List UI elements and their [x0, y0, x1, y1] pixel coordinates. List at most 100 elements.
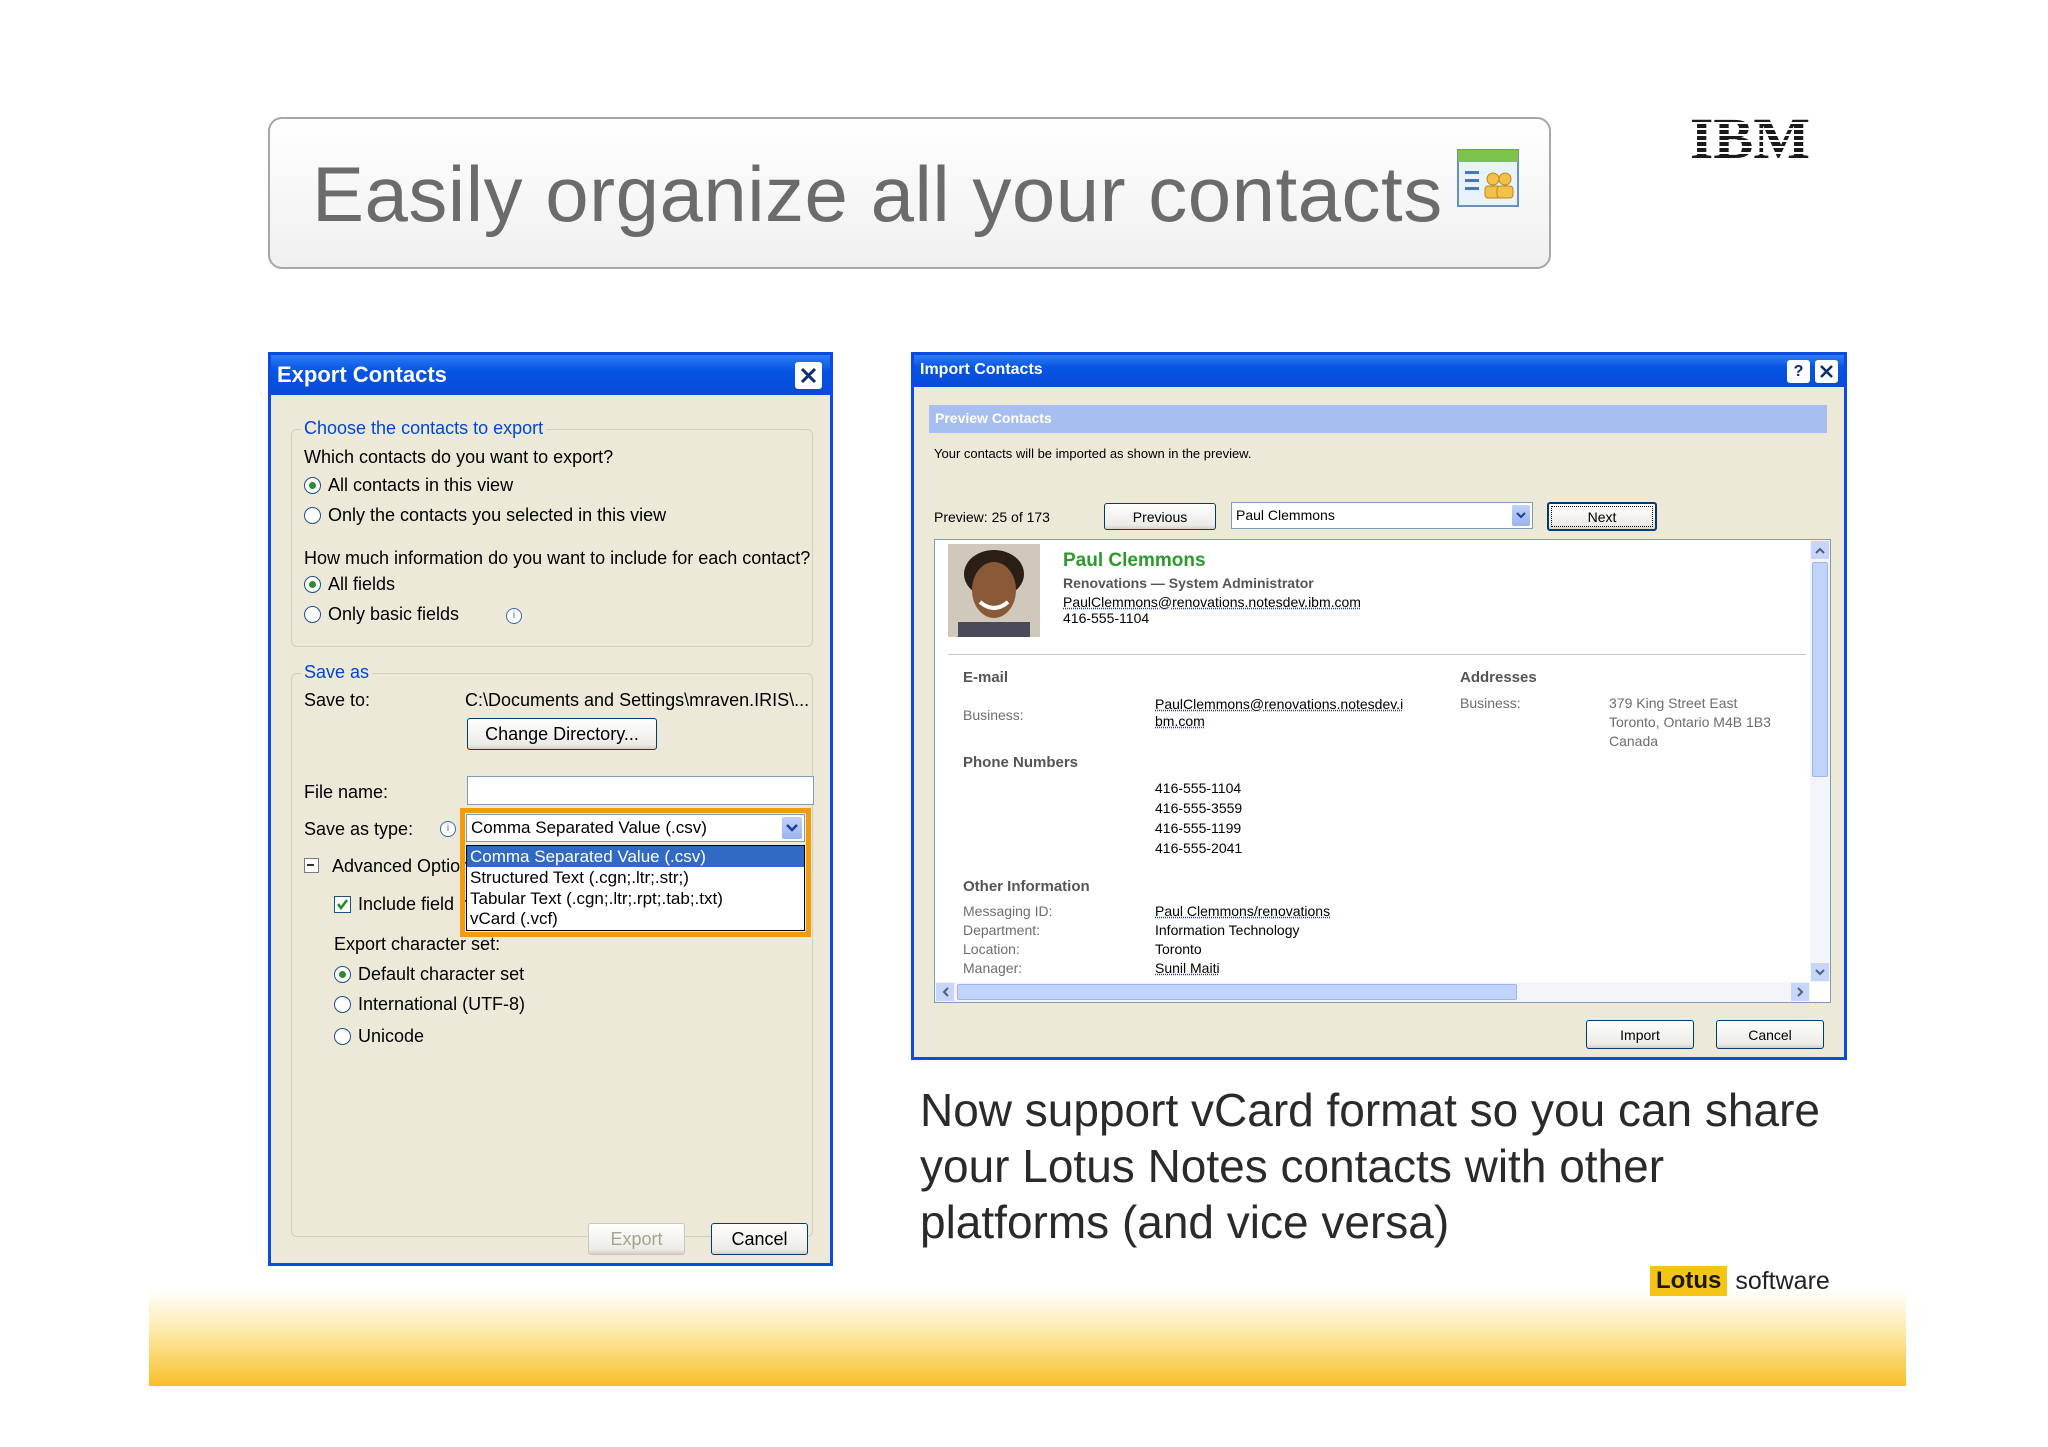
addresses-section: Addresses	[1460, 669, 1537, 686]
lotus-software-logo: Lotus software	[1650, 1266, 1830, 1296]
contact-name: Paul Clemmons	[1063, 550, 1206, 571]
slide-caption: Now support vCard format so you can shar…	[920, 1084, 1820, 1248]
business-email-link-cont[interactable]: bm.com	[1155, 713, 1205, 729]
contact-email-link[interactable]: PaulClemmons@renovations.notesdev.ibm.co…	[1063, 594, 1361, 610]
import-button[interactable]: Import	[1586, 1020, 1694, 1049]
phone-section: Phone Numbers	[963, 754, 1079, 771]
other-info-value: Toronto	[1155, 941, 1202, 957]
other-info-label: Department:	[963, 922, 1041, 938]
choose-contacts-label: Choose the contacts to export	[301, 418, 547, 439]
save-as-label: Save as	[301, 662, 373, 683]
address-line: 379 King Street East	[1609, 695, 1738, 711]
contact-select-value: Paul Clemmons	[1236, 507, 1335, 523]
include-field-checkbox[interactable]	[334, 896, 351, 913]
unicode-label: Unicode	[358, 1026, 425, 1046]
question-icon: ?	[1793, 362, 1804, 380]
next-button[interactable]: Next	[1547, 502, 1657, 531]
all-contacts-label: All contacts in this view	[328, 475, 514, 495]
horizontal-scrollbar[interactable]	[935, 982, 1810, 1002]
other-info-label: Location:	[963, 941, 1020, 957]
cancel-button[interactable]: Cancel	[1716, 1020, 1824, 1049]
export-dialog-title: Export Contacts	[277, 362, 447, 387]
preview-count: Preview: 25 of 173	[934, 509, 1050, 525]
info-icon[interactable]: i	[506, 608, 522, 624]
contacts-icon	[1457, 149, 1519, 212]
contact-preview-pane: Paul Clemmons Renovations — System Admin…	[934, 539, 1831, 1003]
file-name-input[interactable]	[467, 776, 814, 805]
all-contacts-radio[interactable]	[304, 477, 321, 494]
software-label: software	[1735, 1266, 1830, 1295]
dropdown-arrow-icon[interactable]	[1512, 505, 1530, 526]
export-button[interactable]: Export	[588, 1223, 685, 1255]
other-info-value[interactable]: Sunil Maiti	[1155, 960, 1220, 976]
scroll-up-icon[interactable]	[1811, 541, 1829, 559]
save-type-label: Save as type:	[304, 819, 414, 839]
type-option[interactable]: Structured Text (.cgn;.ltr;.str;)	[467, 867, 804, 888]
section-header: Preview Contacts	[935, 410, 1052, 426]
vertical-scrollbar[interactable]	[1810, 540, 1830, 982]
default-charset-label: Default character set	[358, 964, 525, 984]
checkmark-icon	[337, 899, 348, 911]
export-contacts-dialog: Export Contacts Choose the contacts to e…	[268, 352, 833, 1266]
advanced-options-label: Advanced Optior	[304, 856, 466, 877]
email-section: E-mail	[963, 669, 1009, 686]
scroll-left-icon[interactable]	[936, 983, 954, 1001]
change-directory-button[interactable]: Change Directory...	[467, 718, 657, 750]
other-info-value: Information Technology	[1155, 922, 1300, 938]
import-dialog-titlebar: Import Contacts	[914, 355, 1844, 387]
contact-photo	[948, 544, 1040, 637]
type-option[interactable]: Comma Separated Value (.csv)	[467, 846, 804, 867]
save-to-label: Save to:	[304, 690, 371, 710]
phone-number: 416-555-1199	[1155, 820, 1242, 836]
phone-number: 416-555-3559	[1155, 800, 1243, 816]
scroll-thumb[interactable]	[1812, 562, 1828, 777]
include-field-label: Include field n	[358, 894, 470, 914]
phone-number: 416-555-1104	[1155, 780, 1242, 796]
save-type-highlight: Comma Separated Value (.csv) Comma Separ…	[460, 808, 811, 937]
charset-label: Export character set:	[334, 934, 501, 954]
international-label: International (UTF-8)	[358, 994, 526, 1014]
svg-text:IBM: IBM	[1690, 112, 1810, 164]
other-info-value[interactable]: Paul Clemmons/renovations	[1155, 903, 1330, 919]
save-type-select[interactable]: Comma Separated Value (.csv)	[466, 814, 805, 842]
international-radio[interactable]	[334, 996, 351, 1013]
address-line: Toronto, Ontario M4B 1B3	[1609, 714, 1771, 730]
contact-phone: 416-555-1104	[1063, 610, 1150, 626]
basic-fields-radio[interactable]	[304, 606, 321, 623]
help-button[interactable]: ?	[1787, 360, 1810, 383]
scroll-down-icon[interactable]	[1811, 963, 1829, 981]
slide-title-box: Easily organize all your contacts	[268, 117, 1551, 269]
slide-title: Easily organize all your contacts	[312, 150, 1443, 238]
save-type-options: Comma Separated Value (.csv) Structured …	[466, 845, 805, 931]
type-option[interactable]: Tabular Text (.cgn;.ltr;.rpt;.tab;.txt)	[467, 888, 804, 909]
previous-button[interactable]: Previous	[1104, 503, 1216, 530]
type-option[interactable]: vCard (.vcf)	[467, 908, 804, 929]
other-info-label: Messaging ID:	[963, 903, 1053, 919]
selected-contacts-radio[interactable]	[304, 507, 321, 524]
save-type-value: Comma Separated Value (.csv)	[471, 818, 707, 837]
section-header-bar: Preview Contacts	[929, 405, 1827, 433]
info-icon[interactable]: i	[440, 821, 456, 837]
address-line: Canada	[1609, 733, 1659, 749]
other-info-label: Manager:	[963, 960, 1023, 976]
contact-select[interactable]: Paul Clemmons	[1231, 502, 1533, 529]
close-button[interactable]	[1815, 360, 1838, 383]
import-dialog-title: Import Contacts	[920, 361, 1043, 378]
divider	[948, 654, 1806, 655]
phone-number: 416-555-2041	[1155, 840, 1243, 856]
export-dialog-titlebar: Export Contacts	[271, 355, 830, 395]
cancel-button[interactable]: Cancel	[711, 1223, 808, 1255]
collapse-icon[interactable]	[304, 858, 319, 873]
save-as-group	[291, 673, 813, 1237]
scroll-thumb[interactable]	[957, 984, 1517, 1000]
default-charset-radio[interactable]	[334, 966, 351, 983]
close-button[interactable]	[795, 362, 822, 389]
all-fields-radio[interactable]	[304, 576, 321, 593]
save-to-path: C:\Documents and Settings\mraven.IRIS\..…	[465, 690, 810, 710]
scroll-right-icon[interactable]	[1791, 983, 1809, 1001]
business-email-link[interactable]: PaulClemmons@renovations.notesdev.i	[1155, 696, 1403, 712]
how-much-question: How much information do you want to incl…	[304, 548, 811, 568]
contact-org-title: Renovations — System Administrator	[1063, 575, 1314, 591]
unicode-radio[interactable]	[334, 1028, 351, 1045]
dropdown-arrow-icon[interactable]	[782, 817, 802, 839]
